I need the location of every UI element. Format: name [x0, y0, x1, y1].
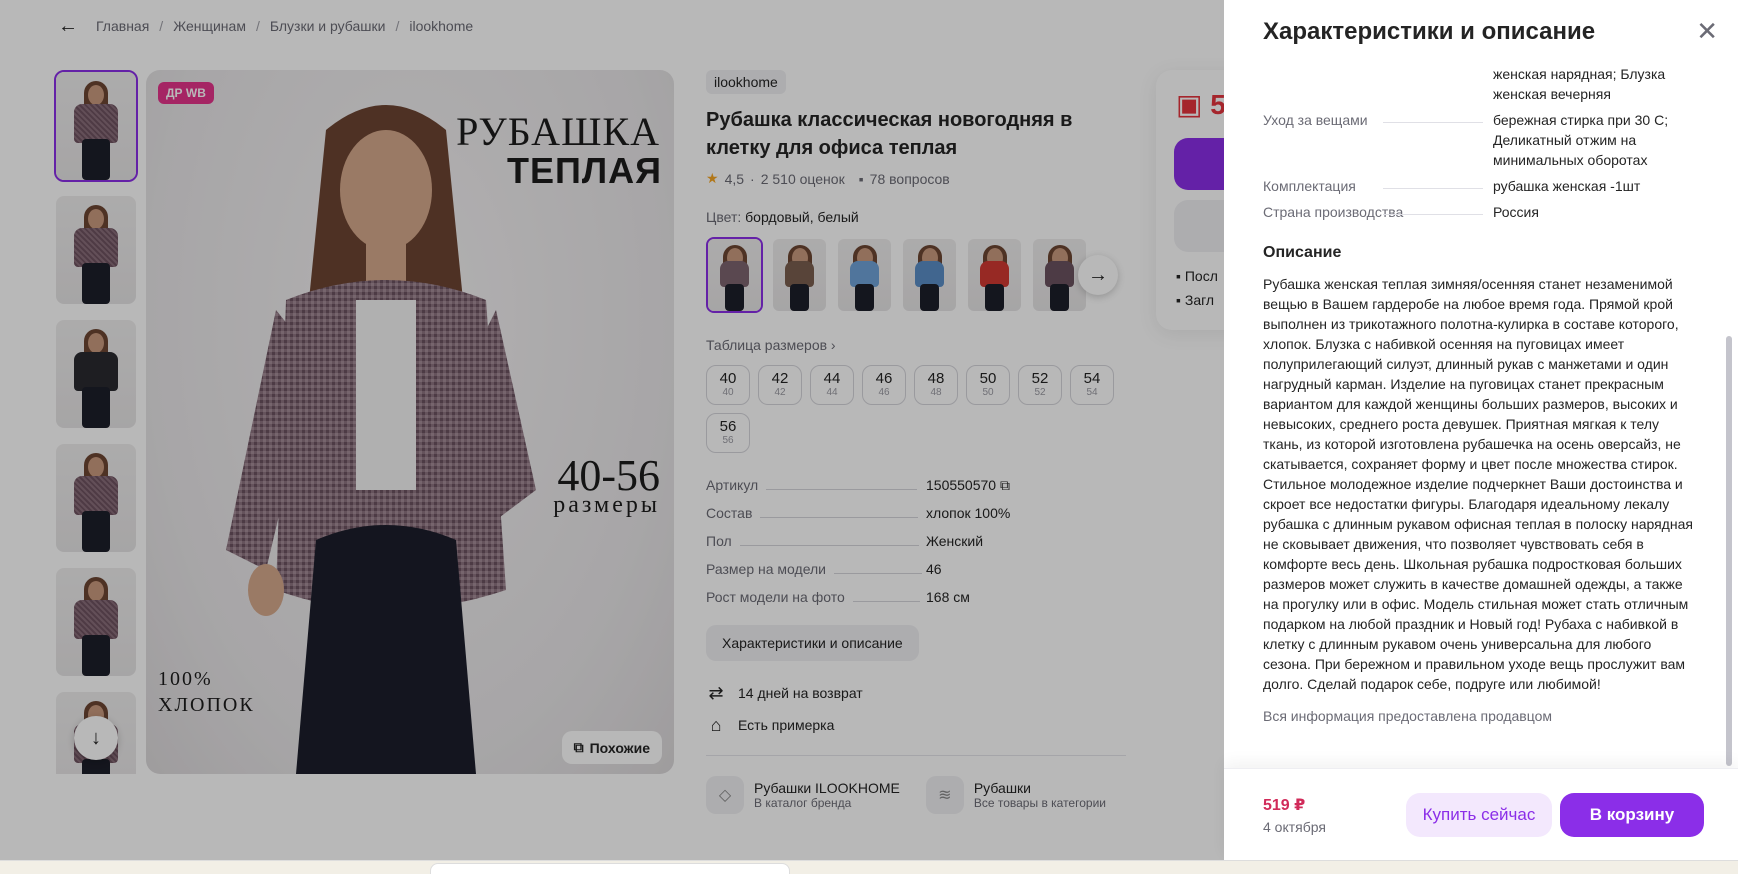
characteristic-row: Уход за вещами бережная стирка при 30 С; …: [1263, 110, 1699, 170]
characteristic-leader: [1383, 188, 1483, 189]
description-heading: Описание: [1263, 244, 1342, 261]
modal-backdrop[interactable]: [0, 0, 1224, 860]
characteristic-value: бережная стирка при 30 С; Деликатный отж…: [1493, 112, 1669, 168]
characteristic-row: женская нарядная; Блузка женская вечерня…: [1263, 64, 1699, 104]
characteristics-list: женская нарядная; Блузка женская вечерня…: [1263, 64, 1699, 222]
characteristic-value: рубашка женская -1шт: [1493, 178, 1641, 194]
characteristic-row: Комплектация рубашка женская -1шт: [1263, 176, 1699, 196]
bottom-tab[interactable]: [430, 863, 790, 874]
panel-content[interactable]: женская нарядная; Блузка женская вечерня…: [1263, 64, 1699, 764]
panel-scrollbar[interactable]: [1726, 336, 1732, 766]
characteristic-key: Страна производства: [1263, 204, 1404, 220]
characteristic-key: Уход за вещами: [1263, 112, 1368, 128]
browser-bottom-bar: [0, 860, 1738, 874]
characteristics-panel: Характеристики и описание ✕ женская наря…: [1224, 0, 1738, 860]
seller-note: Вся информация предоставлена продавцом: [1263, 708, 1553, 724]
delivery-date: 4 октября: [1263, 819, 1326, 835]
characteristic-leader: [1383, 122, 1483, 123]
panel-footer: 519 ₽ 4 октября Купить сейчас В корзину: [1224, 768, 1738, 860]
characteristic-value: женская нарядная; Блузка женская вечерня…: [1493, 66, 1666, 102]
buy-now-button[interactable]: Купить сейчас: [1406, 793, 1552, 837]
add-to-cart-button[interactable]: В корзину: [1560, 793, 1704, 837]
characteristic-key: Комплектация: [1263, 178, 1356, 194]
description-text: Рубашка женская теплая зимняя/осенняя ст…: [1263, 276, 1693, 692]
characteristic-leader: [1383, 214, 1483, 215]
characteristic-row: Страна производства Россия: [1263, 202, 1699, 222]
characteristic-value: Россия: [1493, 204, 1539, 220]
footer-price: 519 ₽: [1263, 797, 1306, 814]
close-icon[interactable]: ✕: [1696, 18, 1718, 44]
panel-title: Характеристики и описание: [1263, 18, 1596, 45]
